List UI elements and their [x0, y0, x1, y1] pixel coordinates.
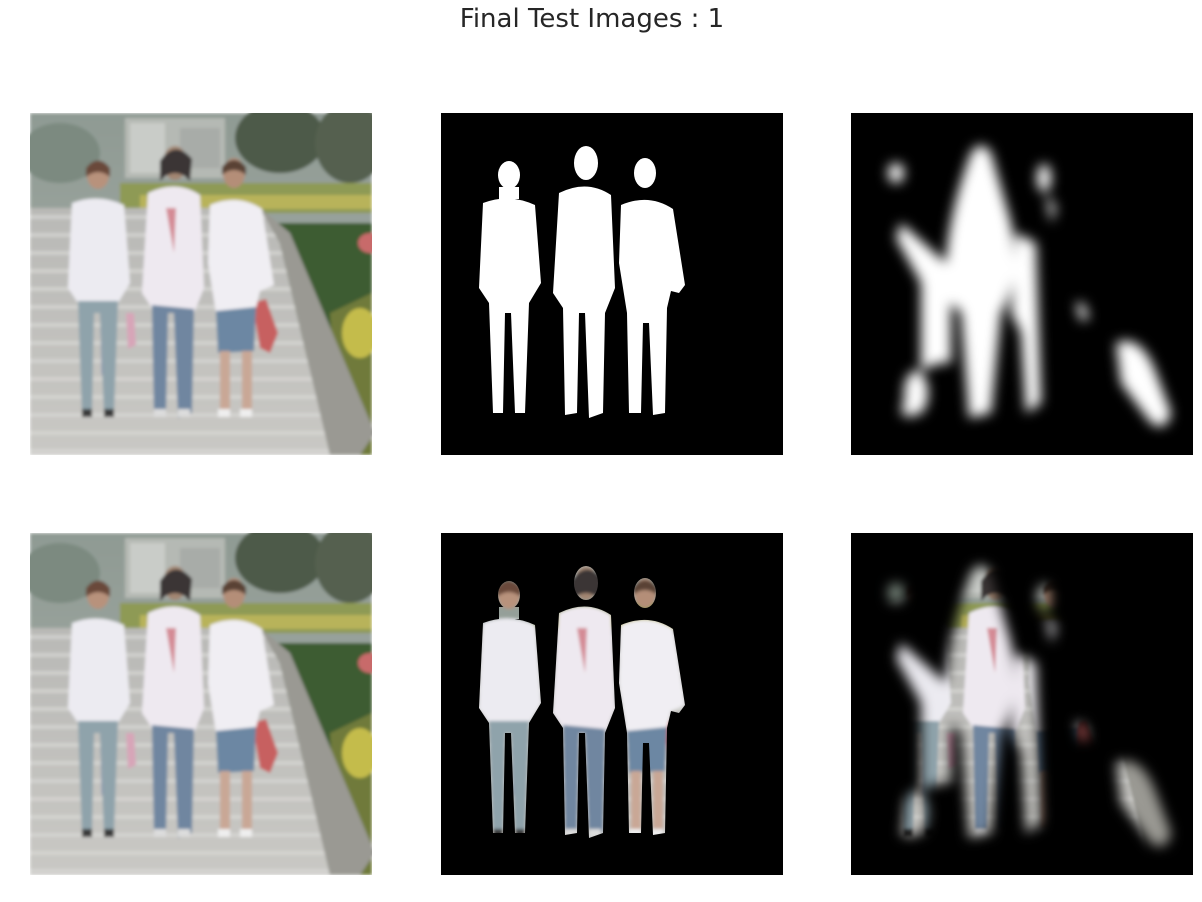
- predicted-overlay-panel: [851, 533, 1193, 875]
- street-photo-2: [30, 533, 372, 875]
- figure-title: Final Test Images : 1: [459, 4, 725, 34]
- ground-truth-mask: [441, 113, 783, 455]
- street-photo: [30, 113, 372, 455]
- original-image-panel: [30, 113, 372, 455]
- predicted-overlay: [851, 533, 1193, 875]
- ground-truth-mask-panel: [441, 113, 783, 455]
- ground-truth-overlay-panel: [441, 533, 783, 875]
- original-image-panel-2: [30, 533, 372, 875]
- predicted-mask-panel: [851, 113, 1193, 455]
- predicted-mask: [851, 113, 1193, 455]
- ground-truth-overlay: [441, 533, 783, 875]
